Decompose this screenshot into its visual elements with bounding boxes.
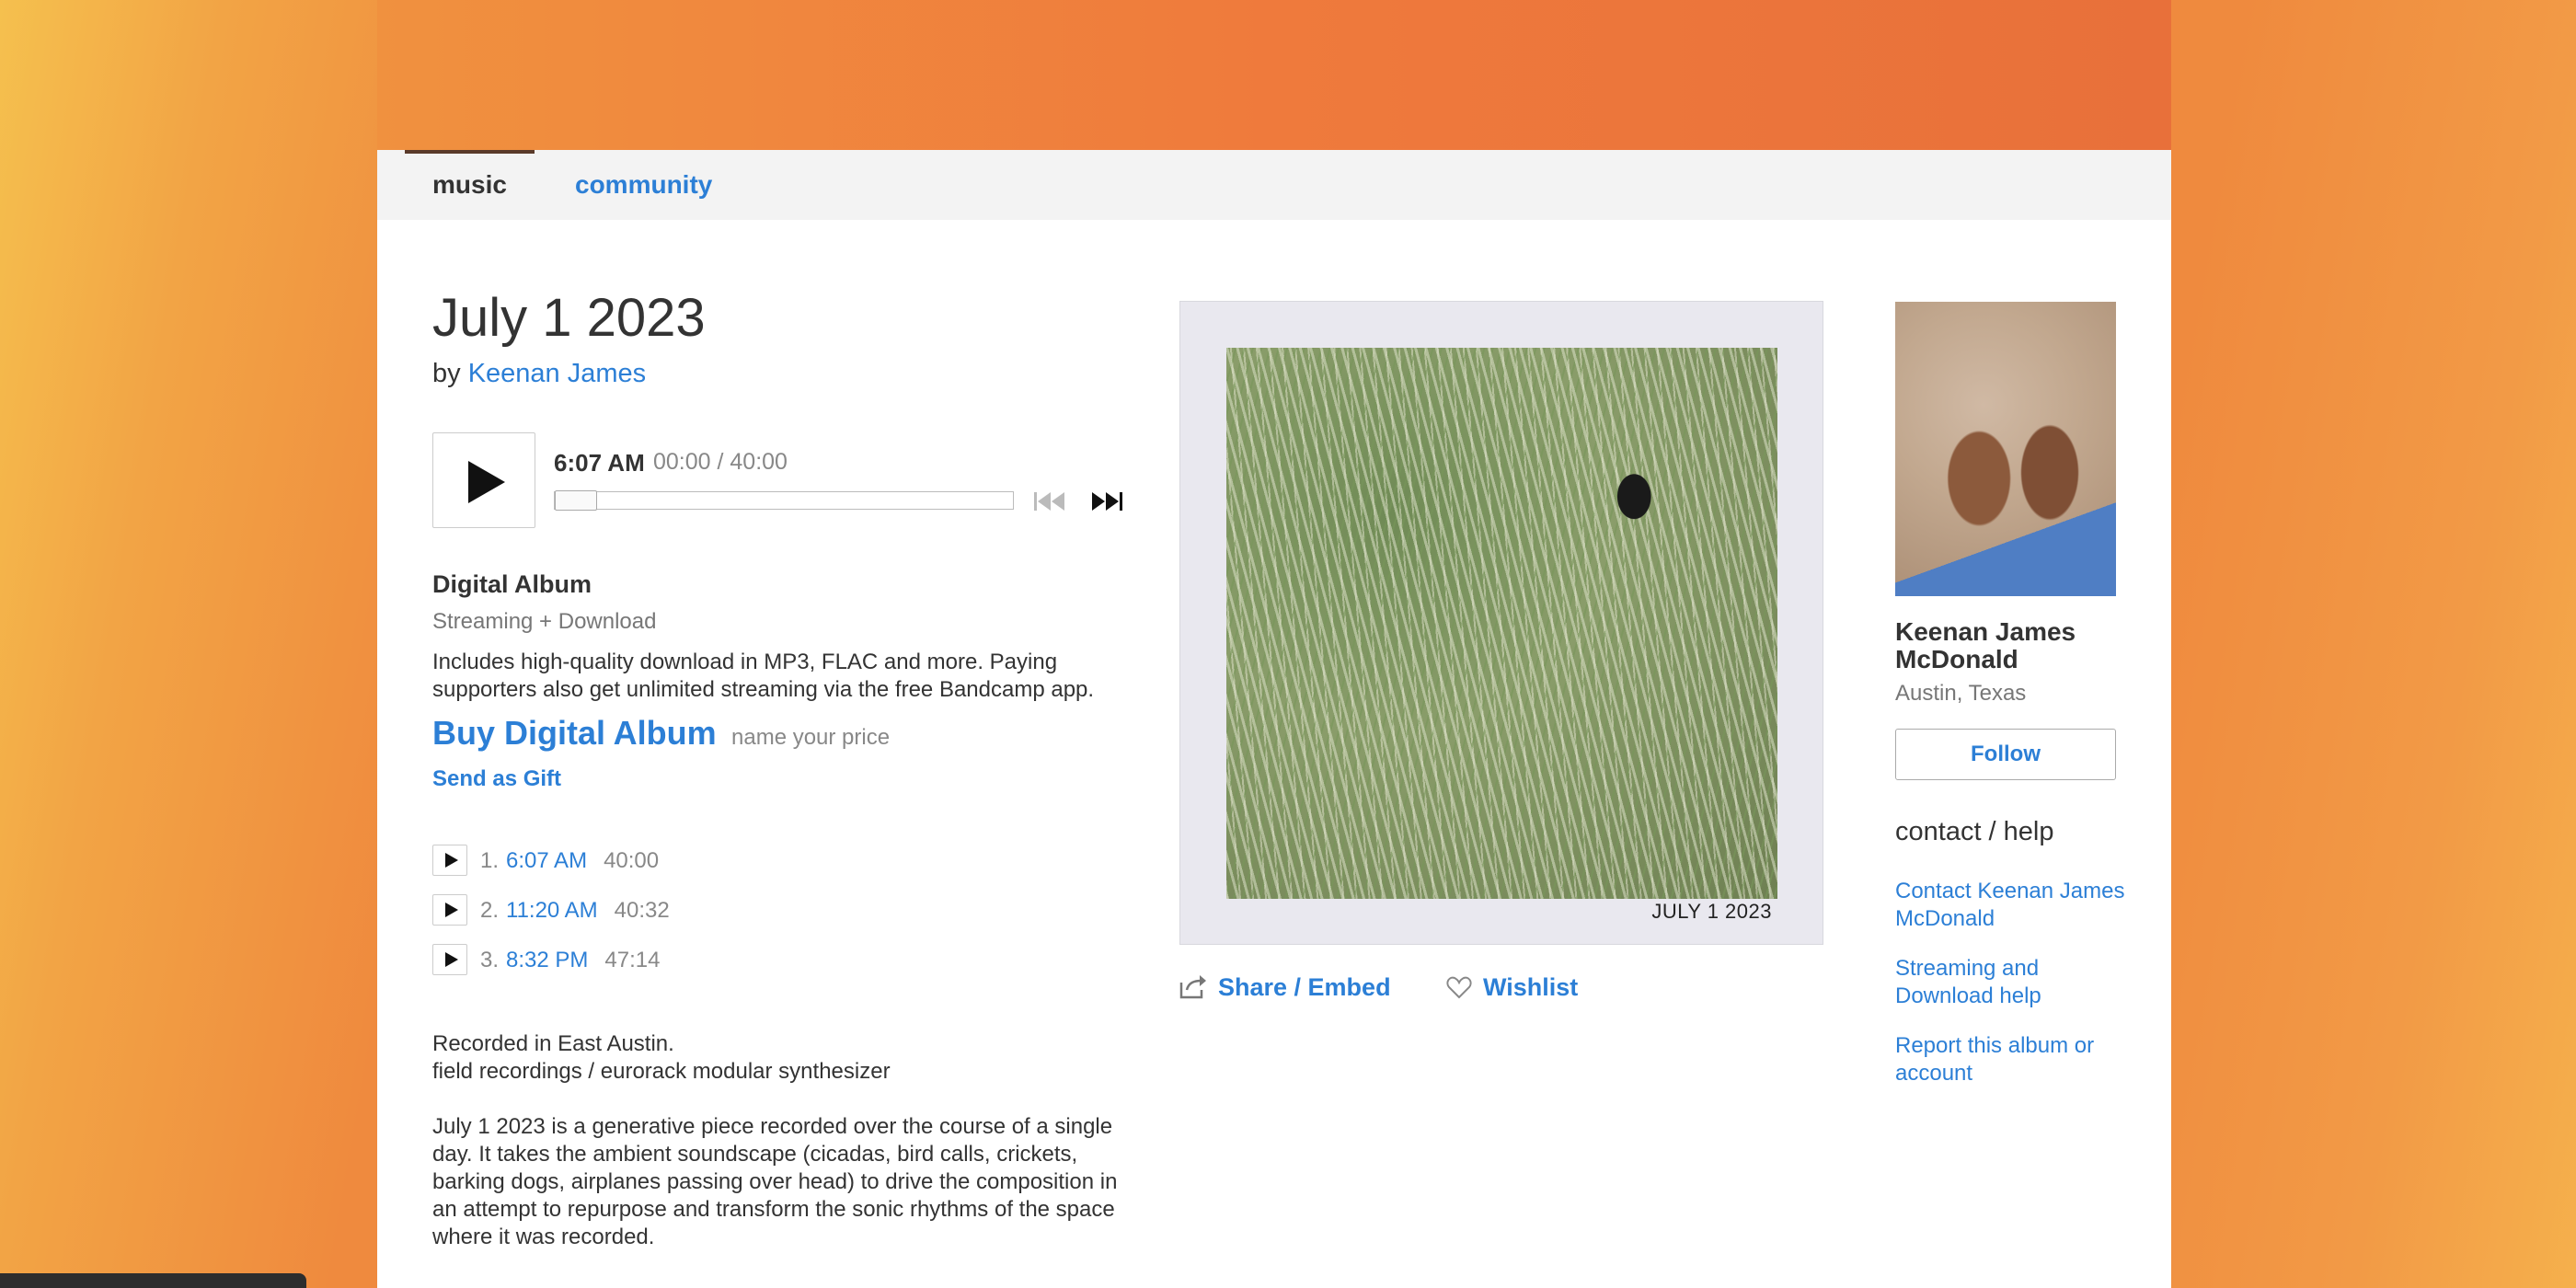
report-album-link[interactable]: Report this album or account	[1895, 1032, 2134, 1087]
track-number: 1.	[480, 848, 500, 873]
album-artwork[interactable]	[1226, 348, 1777, 899]
header-banner	[377, 0, 2171, 150]
previous-track-icon[interactable]	[1032, 489, 1069, 513]
wishlist-button[interactable]: Wishlist	[1483, 973, 1578, 1002]
track-length: 40:00	[604, 848, 660, 873]
album-art-frame[interactable]: JULY 1 2023	[1179, 301, 1823, 945]
audio-player: 6:07 AM 00:00 / 40:00	[432, 432, 1132, 529]
track-play-button[interactable]	[432, 894, 467, 926]
contact-help-heading: contact / help	[1895, 817, 2054, 846]
tab-community[interactable]: community	[547, 150, 740, 220]
format-description: Includes high-quality download in MP3, F…	[432, 650, 1095, 702]
share-embed-button[interactable]: Share / Embed	[1218, 973, 1391, 1002]
artwork-caption: JULY 1 2023	[1651, 900, 1772, 923]
follow-button[interactable]: Follow	[1895, 729, 2116, 780]
streaming-help-link[interactable]: Streaming and Download help	[1895, 955, 2134, 1010]
credits-line: Recorded in East Austin.	[432, 1031, 674, 1056]
progress-thumb[interactable]	[555, 490, 597, 511]
track-title-wrap: 6:07 AM 40:00	[506, 848, 659, 874]
track-title-wrap: 8:32 PM 47:14	[506, 948, 660, 973]
track-play-button[interactable]	[432, 845, 467, 876]
track-row: 2. 11:20 AM 40:32	[432, 894, 1076, 929]
track-time: 00:00 / 40:00	[653, 449, 788, 475]
track-number: 3.	[480, 948, 500, 972]
next-track-icon[interactable]	[1089, 489, 1126, 513]
play-button[interactable]	[432, 432, 535, 528]
artist-location: Austin, Texas	[1895, 681, 2027, 706]
artist-link[interactable]: Keenan James	[468, 359, 646, 388]
status-bar-tooltip	[0, 1273, 306, 1288]
track-title-link[interactable]: 6:07 AM	[506, 848, 587, 873]
share-icon[interactable]	[1179, 973, 1207, 999]
album-about: July 1 2023 is a generative piece record…	[432, 1114, 1118, 1249]
buy-digital-album-button[interactable]: Buy Digital Album	[432, 714, 717, 753]
album-byline: by Keenan James	[432, 359, 646, 389]
album-title: July 1 2023	[432, 288, 706, 348]
track-title-link[interactable]: 8:32 PM	[506, 948, 588, 972]
contact-artist-link[interactable]: Contact Keenan James McDonald	[1895, 878, 2134, 933]
track-title-wrap: 11:20 AM 40:32	[506, 898, 670, 924]
credits: Recorded in East Austin. field recording…	[432, 1030, 1132, 1086]
nav-bar: music community	[377, 150, 2171, 220]
track-title-link[interactable]: 11:20 AM	[506, 898, 598, 923]
artist-name: Keenan James McDonald	[1895, 617, 2076, 673]
format-subtitle: Streaming + Download	[432, 609, 657, 634]
format-title: Digital Album	[432, 570, 592, 598]
heart-icon[interactable]	[1446, 975, 1472, 999]
send-as-gift-link[interactable]: Send as Gift	[432, 766, 561, 792]
credits-line: field recordings / eurorack modular synt…	[432, 1059, 891, 1084]
track-row: 1. 6:07 AM 40:00	[432, 845, 1076, 880]
album-notes: Recorded in East Austin. field recording…	[432, 1030, 1132, 1279]
track-number: 2.	[480, 898, 500, 923]
track-length: 47:14	[604, 948, 661, 972]
current-track-title: 6:07 AM	[554, 449, 645, 477]
price-note: name your price	[731, 725, 891, 750]
track-play-button[interactable]	[432, 944, 467, 975]
artist-photo[interactable]	[1895, 302, 2116, 596]
track-length: 40:32	[614, 898, 670, 923]
tab-music[interactable]: music	[405, 150, 535, 220]
byline-prefix: by	[432, 359, 461, 388]
progress-bar[interactable]	[554, 490, 1014, 511]
track-row: 3. 8:32 PM 47:14	[432, 944, 1076, 979]
